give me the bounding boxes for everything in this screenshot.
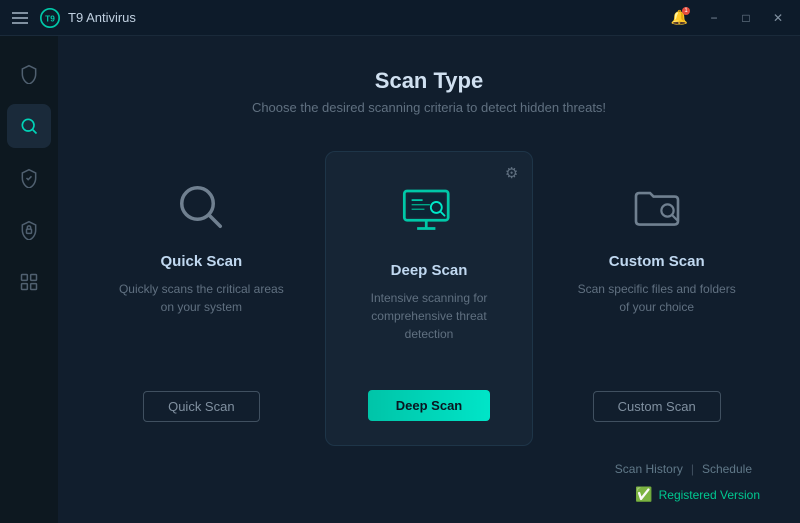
title-bar-left: T9 T9 Antivirus bbox=[8, 8, 136, 28]
sidebar-item-scan[interactable] bbox=[7, 104, 51, 148]
close-button[interactable]: ✕ bbox=[764, 7, 792, 29]
custom-scan-icon bbox=[629, 179, 685, 235]
scan-history-link[interactable]: Scan History bbox=[607, 458, 691, 480]
quick-scan-card: Quick Scan Quickly scans the critical ar… bbox=[98, 151, 305, 446]
sidebar-item-lock[interactable] bbox=[7, 208, 51, 252]
registered-version: ✅ Registered Version bbox=[98, 486, 760, 503]
deep-scan-card: ⚙ bbox=[325, 151, 534, 446]
quick-scan-title: Quick Scan bbox=[160, 253, 242, 270]
custom-scan-title: Custom Scan bbox=[609, 253, 705, 270]
deep-scan-icon bbox=[397, 180, 461, 244]
sidebar-item-shield[interactable] bbox=[7, 52, 51, 96]
bottom-bar: Scan History | Schedule bbox=[98, 446, 760, 480]
hamburger-menu[interactable] bbox=[8, 8, 32, 28]
sidebar-item-check[interactable] bbox=[7, 156, 51, 200]
custom-scan-card: Custom Scan Scan specific files and fold… bbox=[553, 151, 760, 446]
page-subtitle: Choose the desired scanning criteria to … bbox=[98, 100, 760, 115]
sidebar bbox=[0, 36, 58, 523]
registered-text: Registered Version bbox=[659, 488, 760, 502]
app-title: T9 Antivirus bbox=[68, 10, 136, 25]
app-logo: T9 bbox=[40, 8, 60, 28]
notification-badge[interactable]: 🔔 1 bbox=[671, 9, 688, 27]
page-title: Scan Type bbox=[98, 68, 760, 94]
svg-text:T9: T9 bbox=[45, 13, 55, 23]
quick-scan-desc: Quickly scans the critical areas on your… bbox=[118, 280, 285, 371]
deep-scan-title: Deep Scan bbox=[391, 262, 468, 279]
minimize-button[interactable]: − bbox=[700, 7, 728, 29]
sidebar-item-grid[interactable] bbox=[7, 260, 51, 304]
scan-cards-container: Quick Scan Quickly scans the critical ar… bbox=[98, 151, 760, 446]
custom-scan-button[interactable]: Custom Scan bbox=[593, 391, 721, 422]
custom-scan-desc: Scan specific files and folders of your … bbox=[573, 280, 740, 371]
deep-scan-button[interactable]: Deep Scan bbox=[368, 390, 490, 421]
badge-dot: 1 bbox=[682, 7, 690, 15]
maximize-button[interactable]: □ bbox=[732, 7, 760, 29]
deep-scan-desc: Intensive scanning for comprehensive thr… bbox=[346, 289, 513, 370]
schedule-link[interactable]: Schedule bbox=[694, 458, 760, 480]
window-controls: 🔔 1 − □ ✕ bbox=[671, 7, 792, 29]
quick-scan-button[interactable]: Quick Scan bbox=[143, 391, 259, 422]
registered-icon: ✅ bbox=[635, 486, 652, 503]
gear-icon[interactable]: ⚙ bbox=[505, 164, 518, 182]
quick-scan-icon bbox=[173, 179, 229, 235]
main-layout: Scan Type Choose the desired scanning cr… bbox=[0, 36, 800, 523]
title-bar: T9 T9 Antivirus 🔔 1 − □ ✕ bbox=[0, 0, 800, 36]
content-area: Scan Type Choose the desired scanning cr… bbox=[58, 36, 800, 523]
